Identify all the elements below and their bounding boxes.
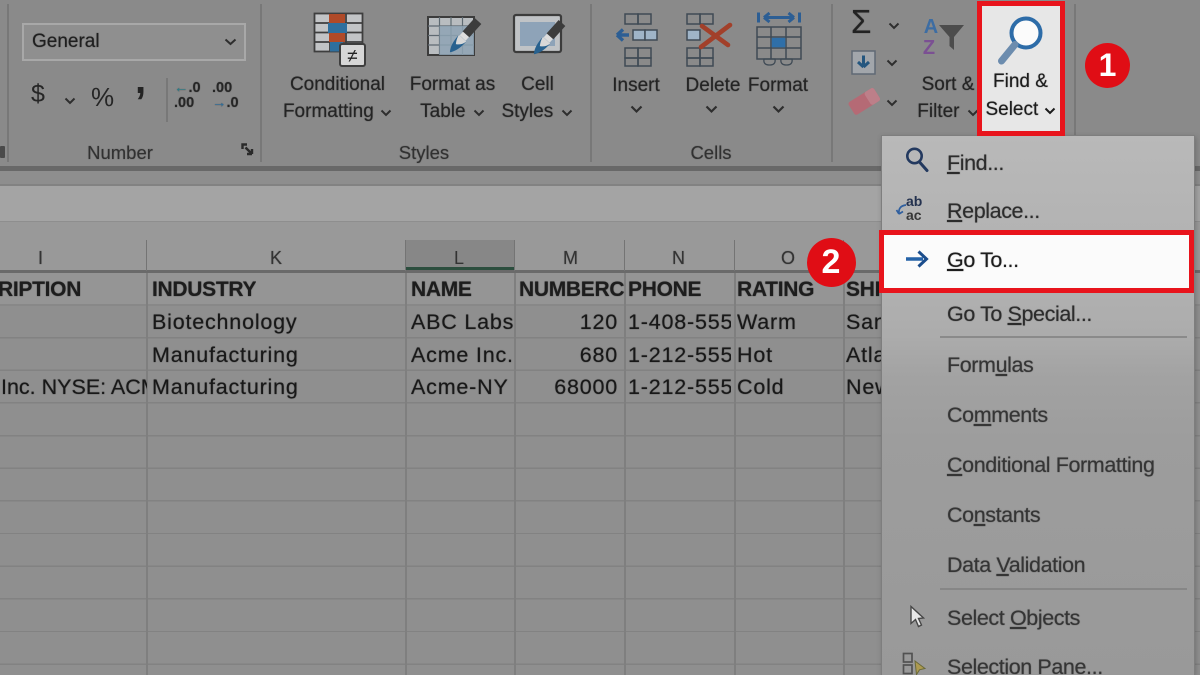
svg-text:A: A (924, 16, 938, 38)
svg-text:Z: Z (923, 37, 935, 58)
svg-text:≠: ≠ (347, 46, 357, 67)
